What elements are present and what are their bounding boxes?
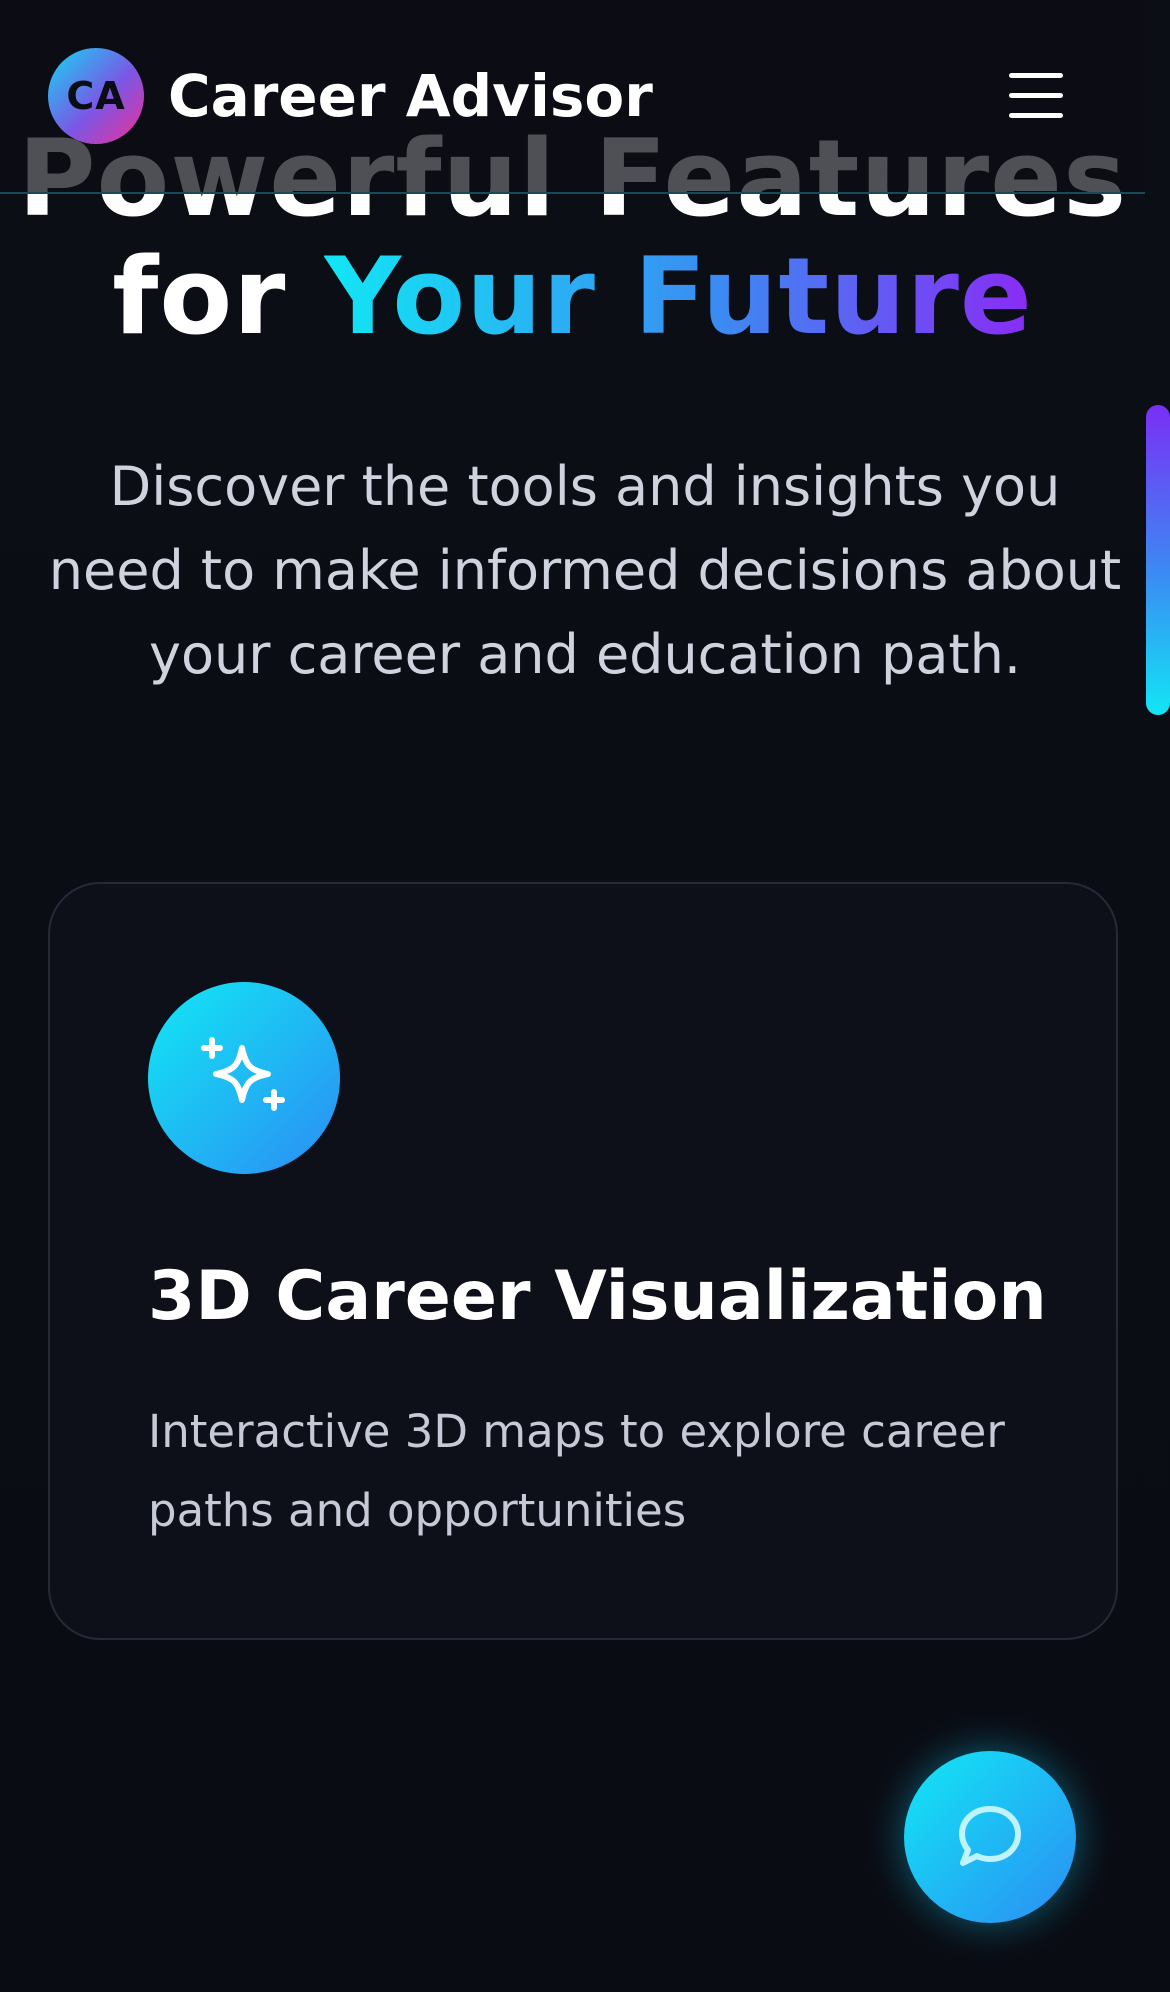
- feature-icon-badge: [148, 982, 340, 1174]
- site-header: CA Career Advisor: [0, 0, 1145, 194]
- logo[interactable]: CA: [48, 48, 144, 144]
- hero-title-line-2: for Your Future: [0, 238, 1145, 356]
- hamburger-menu-icon: [1009, 73, 1063, 118]
- feature-card: 3D Career Visualization Interactive 3D m…: [48, 882, 1118, 1640]
- sparkles-icon: [201, 1037, 285, 1111]
- feature-title: 3D Career Visualization: [148, 1257, 1047, 1336]
- menu-button[interactable]: [996, 66, 1076, 126]
- chat-bubble-icon: [959, 1806, 1021, 1866]
- feature-description: Interactive 3D maps to explore career pa…: [148, 1405, 1005, 1537]
- hero-title-prefix: for: [112, 235, 325, 358]
- hero-subtitle: Discover the tools and insights you need…: [48, 455, 1122, 686]
- chat-button[interactable]: [904, 1751, 1076, 1923]
- scrollbar-thumb[interactable]: [1146, 405, 1170, 715]
- brand-name[interactable]: Career Advisor: [168, 60, 653, 132]
- scrollbar-track[interactable]: [1146, 0, 1170, 1992]
- hero-title-highlight: Your Future: [324, 235, 1033, 358]
- page: Powerful Features for Your Future Discov…: [0, 0, 1170, 1992]
- logo-initials: CA: [66, 74, 126, 118]
